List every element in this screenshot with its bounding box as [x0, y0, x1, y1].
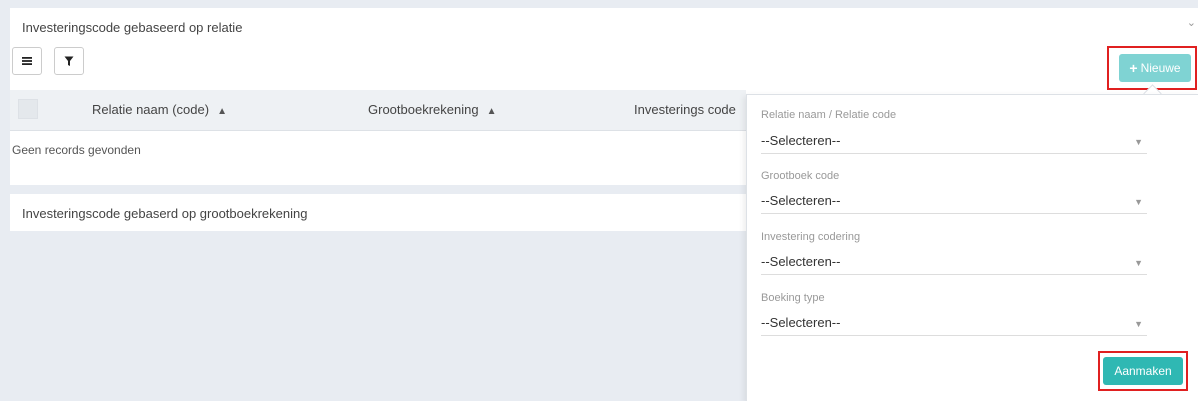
filter-button[interactable]	[54, 47, 84, 75]
filter-icon	[64, 56, 74, 66]
field-label-grootboek: Grootboek code	[761, 170, 840, 182]
create-button[interactable]: Aanmaken	[1103, 357, 1183, 385]
boeking-type-select[interactable]: --Selecteren-- ▼	[761, 313, 1147, 336]
select-all-checkbox[interactable]	[18, 99, 38, 119]
caret-down-icon: ▼	[1134, 197, 1143, 207]
column-menu-button[interactable]	[12, 47, 42, 75]
investering-select[interactable]: --Selecteren-- ▼	[761, 252, 1147, 275]
caret-down-icon: ▼	[1134, 319, 1143, 329]
column-header-grootboek[interactable]: Grootboekrekening ▲︎	[368, 102, 496, 117]
panel-title: Investeringscode gebaserd op grootboekre…	[22, 206, 308, 221]
new-button[interactable]: + Nieuwe	[1119, 54, 1191, 82]
empty-state-text: Geen records gevonden	[12, 143, 141, 157]
relatie-select[interactable]: --Selecteren-- ▼	[761, 131, 1147, 154]
field-label-investering: Investering codering	[761, 231, 861, 243]
hamburger-icon	[22, 57, 32, 65]
caret-down-icon: ▼	[1134, 258, 1143, 268]
field-label-relatie: Relatie naam / Relatie code	[761, 109, 897, 121]
sort-icon: ▲︎	[486, 106, 497, 117]
highlight-box: Aanmaken	[1098, 351, 1188, 391]
field-label-boeking: Boeking type	[761, 292, 825, 304]
grootboek-select[interactable]: --Selecteren-- ▼	[761, 191, 1147, 214]
caret-down-icon: ▼	[1134, 137, 1143, 147]
chevron-down-icon[interactable]: ⌄	[1187, 16, 1196, 29]
column-header-relatie[interactable]: Relatie naam (code) ▲︎	[92, 102, 227, 117]
plus-icon: +	[1129, 60, 1138, 76]
column-header-investering[interactable]: Investerings code	[634, 102, 736, 117]
sort-icon: ▲︎	[217, 106, 227, 117]
table-header: Relatie naam (code) ▲︎ Grootboekrekening ▲…	[10, 90, 746, 131]
panel-title: Investeringscode gebaseerd op relatie	[22, 20, 243, 35]
